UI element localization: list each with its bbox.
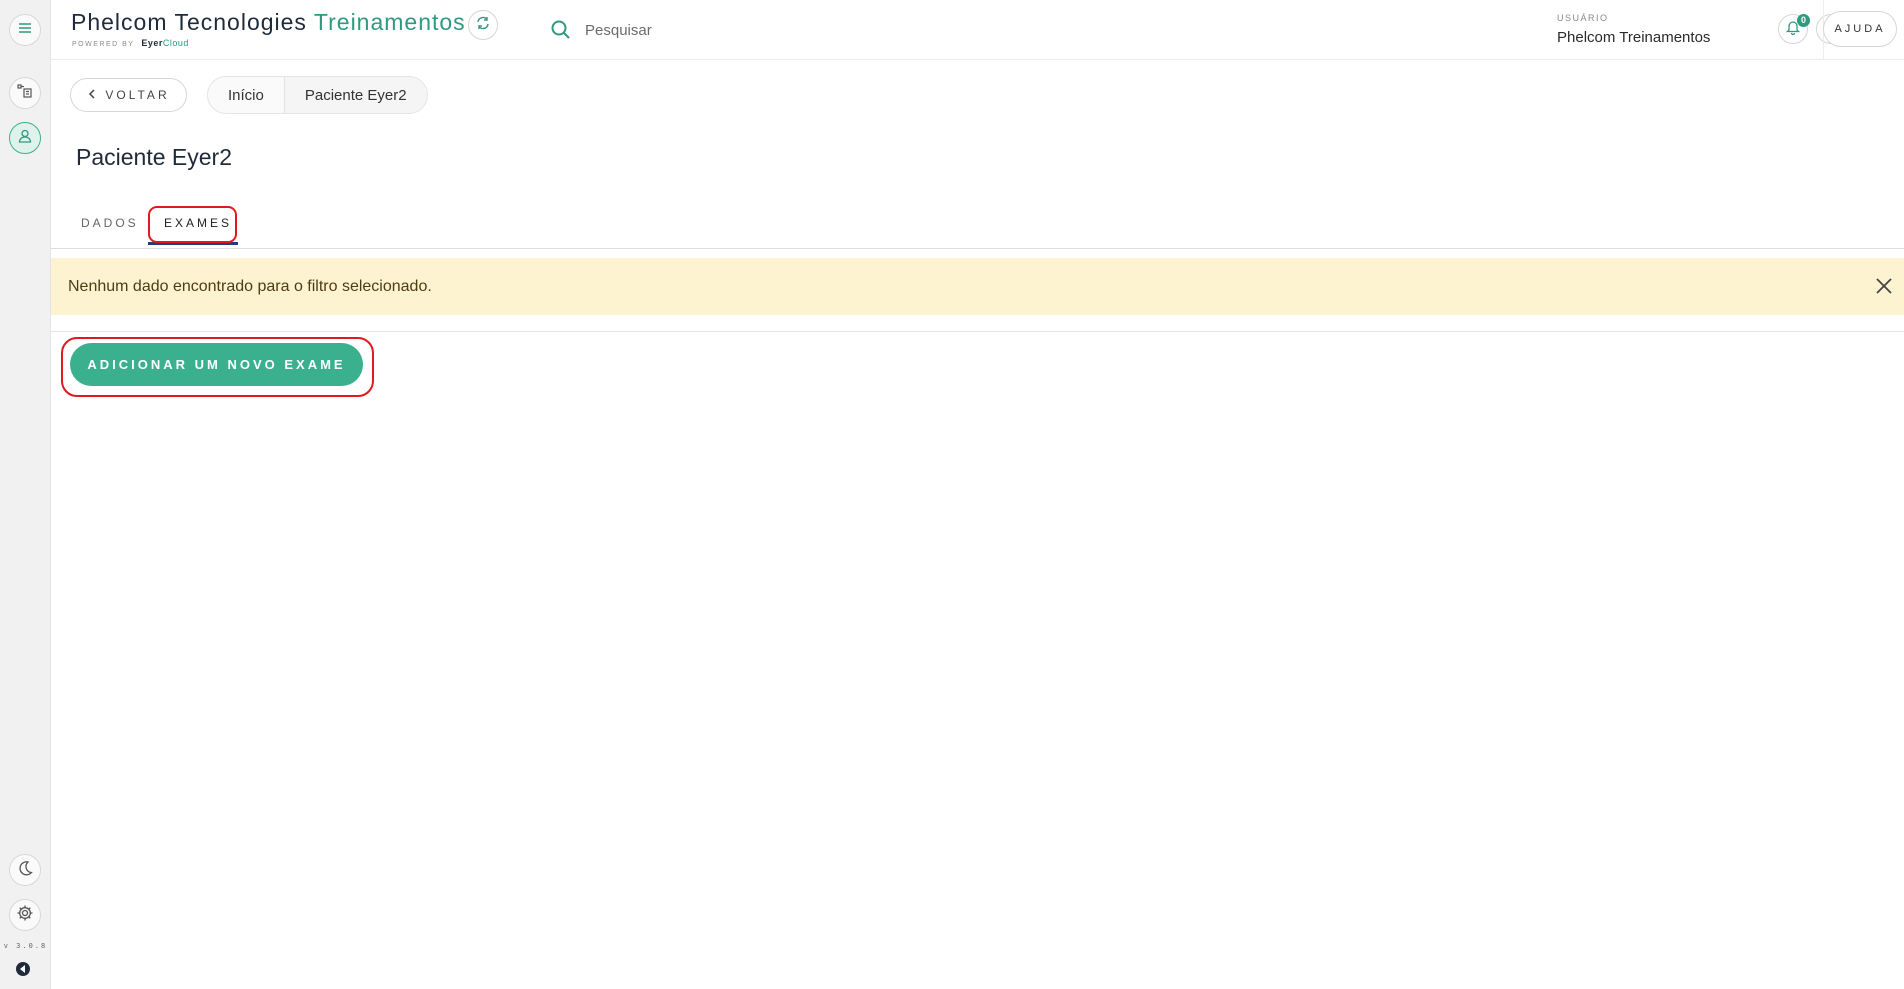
back-label: VOLTAR bbox=[105, 88, 170, 102]
refresh-icon bbox=[475, 15, 491, 36]
breadcrumb: Início Paciente Eyer2 bbox=[207, 76, 428, 114]
breadcrumb-item-patient[interactable]: Paciente Eyer2 bbox=[283, 77, 427, 113]
close-icon[interactable] bbox=[1872, 274, 1896, 298]
hamburger-icon bbox=[16, 19, 34, 42]
page-title: Paciente Eyer2 bbox=[76, 144, 232, 170]
divider bbox=[51, 331, 1904, 332]
nav-list-button[interactable] bbox=[9, 77, 41, 109]
tab-bar: DADOS EXAMES bbox=[51, 204, 1904, 249]
search-icon[interactable] bbox=[550, 19, 572, 41]
powered-by: POWERED BY EyerCloud bbox=[72, 38, 189, 48]
dark-mode-button[interactable] bbox=[9, 854, 41, 886]
back-button[interactable]: VOLTAR bbox=[70, 78, 187, 112]
menu-button[interactable] bbox=[9, 14, 41, 46]
sync-button[interactable] bbox=[468, 10, 498, 40]
help-button[interactable]: AJUDA bbox=[1823, 11, 1897, 47]
user-name: Phelcom Treinamentos bbox=[1557, 29, 1711, 46]
powered-brand-cloud: Cloud bbox=[162, 38, 189, 48]
user-icon bbox=[16, 127, 34, 150]
breadcrumb-item-home[interactable]: Início bbox=[208, 77, 284, 113]
app-title-accent: Treinamentos bbox=[313, 9, 466, 35]
empty-alert: Nenhum dado encontrado para o filtro sel… bbox=[51, 258, 1904, 315]
sidebar-rail: v 3.0.8 bbox=[0, 0, 51, 989]
powered-brand: Eyer bbox=[141, 38, 163, 48]
alert-message: Nenhum dado encontrado para o filtro sel… bbox=[68, 277, 432, 295]
chevron-left-icon bbox=[87, 88, 97, 102]
app-title-main: Phelcom Tecnologies bbox=[71, 9, 307, 35]
app-title: Phelcom Tecnologies Treinamentos bbox=[71, 9, 466, 36]
list-tree-icon bbox=[16, 82, 34, 105]
version-label: v 3.0.8 bbox=[3, 942, 48, 950]
button-highlight-annotation bbox=[61, 337, 374, 397]
nav-patient-button[interactable] bbox=[9, 122, 41, 154]
tab-highlight-annotation bbox=[148, 206, 237, 243]
eyer-logo-icon bbox=[14, 960, 32, 978]
tab-dados[interactable]: DADOS bbox=[81, 216, 139, 230]
powered-by-label: POWERED BY bbox=[72, 41, 135, 48]
moon-icon bbox=[16, 859, 34, 882]
top-header: Phelcom Tecnologies Treinamentos POWERED… bbox=[51, 0, 1904, 60]
gear-icon bbox=[16, 904, 34, 927]
notification-badge: 0 bbox=[1797, 14, 1810, 27]
settings-button[interactable] bbox=[9, 899, 41, 931]
user-caption: USUÁRIO bbox=[1557, 13, 1609, 23]
search-input[interactable] bbox=[585, 17, 985, 43]
